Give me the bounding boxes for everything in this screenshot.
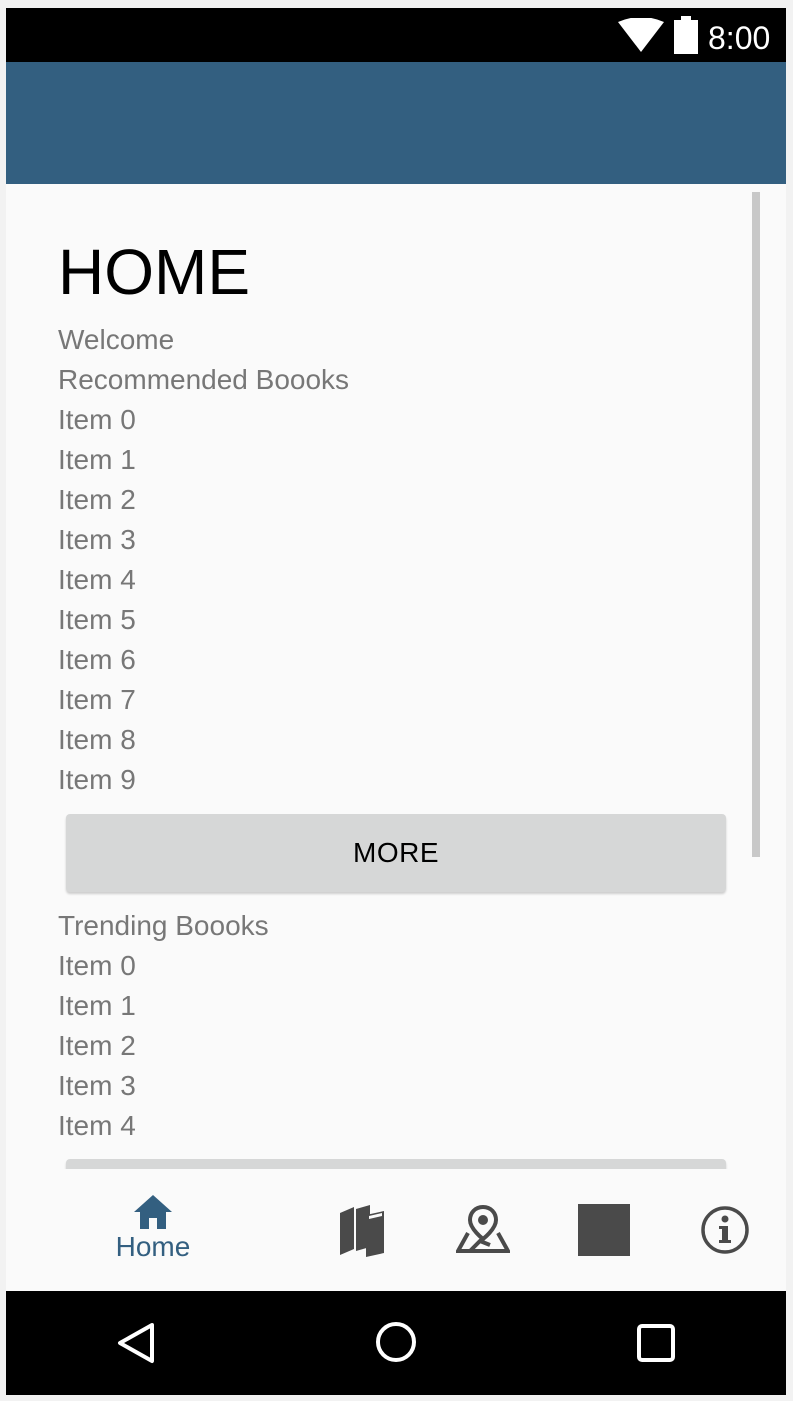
device-screen: 8:00 HOME Welcome Recommended Boooks Ite… xyxy=(6,8,786,1395)
list-item[interactable]: Item 0 xyxy=(58,946,269,986)
nav-home[interactable]: Home xyxy=(102,1193,204,1263)
welcome-text: Welcome xyxy=(58,324,175,355)
list-item[interactable]: Item 0 xyxy=(58,400,349,440)
app-bar xyxy=(6,62,786,184)
trending-list: Trending Boooks Item 0 Item 1 Item 2 Ite… xyxy=(58,906,269,1146)
more-button-trending[interactable] xyxy=(66,1159,726,1169)
recommended-list: Welcome Recommended Boooks Item 0 Item 1… xyxy=(58,320,349,800)
list-item[interactable]: Item 5 xyxy=(58,600,349,640)
nav-map[interactable] xyxy=(454,1204,512,1255)
list-item[interactable]: Item 3 xyxy=(58,1066,269,1106)
nav-info[interactable] xyxy=(700,1205,750,1255)
battery-icon xyxy=(674,16,698,54)
list-item[interactable]: Item 9 xyxy=(58,760,349,800)
home-icon xyxy=(134,1195,172,1229)
bottom-nav: Home xyxy=(6,1169,786,1291)
back-icon[interactable] xyxy=(116,1321,156,1365)
nav-home-label: Home xyxy=(115,1231,191,1262)
list-item[interactable]: Item 2 xyxy=(58,1026,269,1066)
nav-square[interactable] xyxy=(578,1204,630,1256)
status-bar: 8:00 xyxy=(6,8,786,62)
scrollbar[interactable] xyxy=(752,192,760,857)
list-item[interactable]: Item 1 xyxy=(58,986,269,1026)
trending-heading: Trending Boooks xyxy=(58,910,269,941)
scroll-content[interactable]: HOME Welcome Recommended Boooks Item 0 I… xyxy=(6,184,786,1169)
more-button[interactable]: MORE xyxy=(66,814,726,892)
list-item[interactable]: Item 4 xyxy=(58,1106,269,1146)
list-item[interactable]: Item 4 xyxy=(58,560,349,600)
home-circle-icon[interactable] xyxy=(374,1320,418,1364)
recents-icon[interactable] xyxy=(636,1323,676,1363)
wifi-icon xyxy=(618,18,664,52)
list-item[interactable]: Item 8 xyxy=(58,720,349,760)
books-icon xyxy=(340,1205,384,1257)
status-time: 8:00 xyxy=(708,20,771,56)
page-title: HOME xyxy=(58,236,250,308)
nav-books[interactable] xyxy=(336,1203,388,1259)
list-item[interactable]: Item 6 xyxy=(58,640,349,680)
list-item[interactable]: Item 2 xyxy=(58,480,349,520)
recommended-heading: Recommended Boooks xyxy=(58,364,350,395)
list-item[interactable]: Item 3 xyxy=(58,520,349,560)
list-item[interactable]: Item 1 xyxy=(58,440,349,480)
map-pin-icon xyxy=(454,1204,512,1253)
system-nav xyxy=(6,1291,786,1395)
info-icon xyxy=(701,1206,749,1254)
list-item[interactable]: Item 7 xyxy=(58,680,349,720)
